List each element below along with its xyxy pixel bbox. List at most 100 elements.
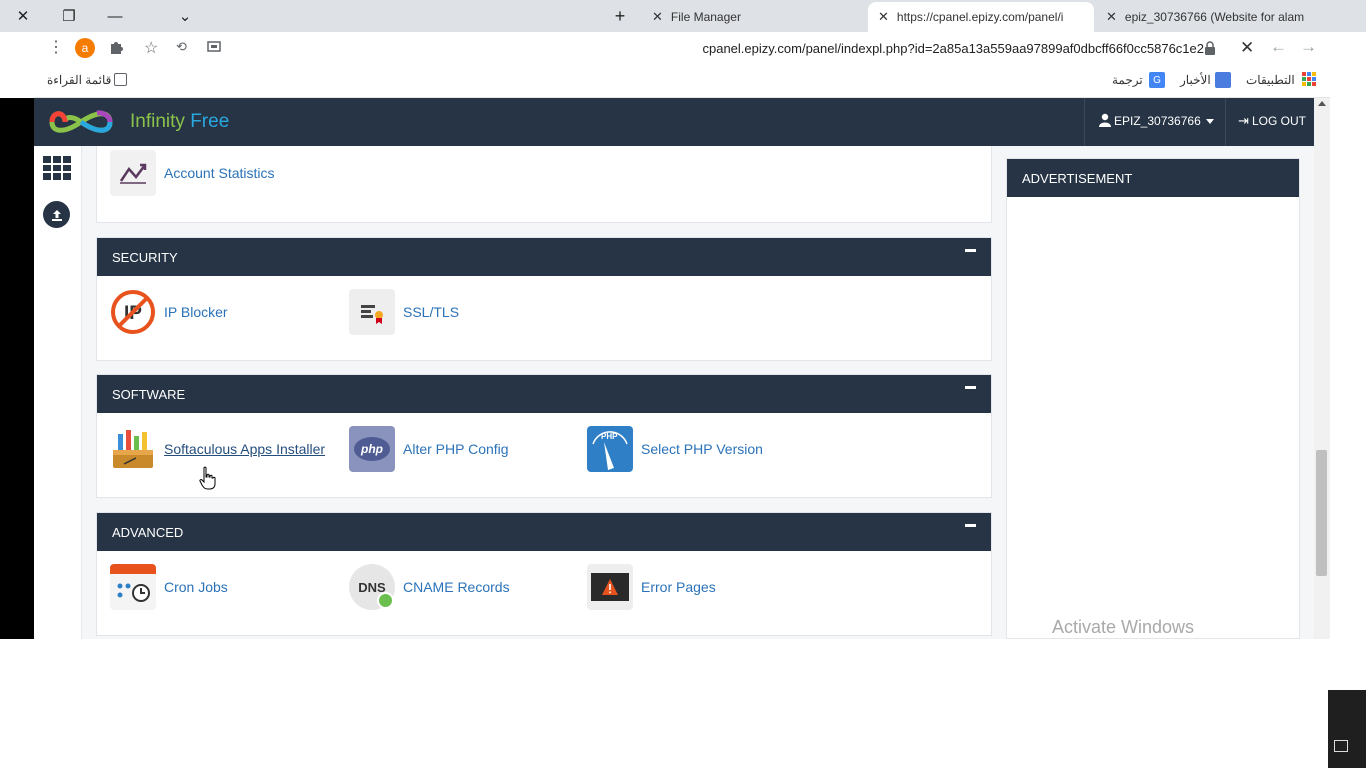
ssl-tls-item[interactable]: SSL/TLS — [349, 289, 459, 335]
share-icon[interactable]: ⟲ — [176, 39, 187, 55]
calendar-clock-icon — [110, 564, 156, 610]
close-window-icon[interactable]: ✕ — [0, 0, 46, 32]
select-php-version-item[interactable]: PHP Select PHP Version — [587, 426, 763, 472]
lock-icon — [1204, 41, 1216, 55]
certificate-icon — [349, 289, 395, 335]
username: EPIZ_30736766 — [1114, 114, 1201, 128]
user-menu[interactable]: EPIZ_30736766 — [1084, 98, 1226, 146]
upload-icon[interactable] — [43, 201, 70, 228]
security-title: SECURITY — [112, 249, 178, 265]
apps-bookmark[interactable]: التطبيقات — [1246, 73, 1295, 87]
scroll-up-arrow-icon[interactable] — [1318, 101, 1326, 106]
tab-epiz[interactable]: ✕ epiz_30736766 (Website for alam — [1096, 2, 1318, 32]
menu-dots-icon[interactable]: ⋮ — [48, 40, 64, 56]
news-bookmark[interactable]: الأخبار — [1180, 73, 1211, 87]
browser-toolbar: ⋮ a ☆ ⟲ cpanel.epizy.com/panel/indexpl.p… — [34, 32, 1330, 66]
chart-line-icon — [110, 150, 156, 196]
tab-search-chevron-icon[interactable]: ⌄ — [162, 0, 208, 32]
profile-avatar[interactable]: a — [75, 38, 95, 58]
caret-down-icon — [1206, 119, 1214, 124]
tab-cpanel[interactable]: ✕ https://cpanel.epizy.com/panel/i — [868, 2, 1094, 32]
logout-label: LOG OUT — [1252, 114, 1307, 128]
warning-page-icon — [587, 564, 633, 610]
ip-blocker-item[interactable]: IP IP Blocker — [110, 289, 228, 335]
toolbox-icon — [110, 426, 156, 472]
notification-icon[interactable] — [1334, 740, 1348, 752]
scrollbar-thumb[interactable] — [1316, 450, 1327, 576]
collapse-minus-icon[interactable] — [965, 386, 976, 389]
apps-grid-icon[interactable] — [1302, 72, 1316, 86]
dns-icon: DNS — [349, 564, 395, 610]
collapse-minus-icon[interactable] — [965, 249, 976, 252]
ip-blocker-icon: IP — [110, 289, 156, 335]
brand-name[interactable]: Infinity Free — [130, 111, 229, 133]
account-statistics-label: Account Statistics — [164, 165, 275, 181]
tab-title: epiz_30736766 (Website for alam — [1124, 10, 1305, 24]
infinity-logo-icon[interactable] — [48, 107, 114, 137]
news-icon[interactable] — [1215, 72, 1231, 88]
softaculous-label: Softaculous Apps Installer — [164, 441, 326, 457]
forward-arrow-icon[interactable]: → — [1300, 37, 1317, 57]
collapse-minus-icon[interactable] — [965, 524, 976, 527]
tab-close-icon[interactable]: ✕ — [878, 9, 889, 25]
edit-pencil-icon — [377, 592, 394, 609]
software-panel: SOFTWARE Softaculous Apps Installer php … — [96, 374, 992, 498]
ssl-tls-label: SSL/TLS — [403, 304, 460, 320]
advertisement-title: ADVERTISEMENT — [1007, 159, 1299, 197]
browser-tab-bar: ✕ ❐ — ⌄ + ✕ File Manager ✕ https://cpane… — [0, 0, 1366, 32]
security-panel: SECURITY IP IP Blocker SSL/TLS — [96, 237, 992, 361]
logout-icon: ⇥ — [1238, 113, 1249, 128]
address-bar[interactable]: cpanel.epizy.com/panel/indexpl.php?id=2a… — [634, 41, 1204, 56]
cname-records-label: CNAME Records — [403, 579, 510, 595]
taskbar-corner — [1328, 690, 1366, 768]
advanced-title: ADVANCED — [112, 524, 184, 540]
reading-list-label[interactable]: قائمة القراءة — [47, 73, 111, 87]
software-header[interactable]: SOFTWARE — [97, 375, 991, 413]
tab-close-icon[interactable]: ✕ — [1106, 9, 1117, 25]
grid-menu-icon[interactable] — [43, 156, 71, 180]
alter-php-config-item[interactable]: php Alter PHP Config — [349, 426, 509, 472]
tab-title: https://cpanel.epizy.com/panel/i — [896, 10, 1064, 24]
statistics-panel: Account Statistics — [96, 146, 992, 223]
back-arrow-icon[interactable]: ← — [1270, 37, 1287, 57]
error-pages-label: Error Pages — [641, 579, 716, 595]
advanced-panel: ADVANCED Cron Jobs DNS CNAME Records Err… — [96, 512, 992, 636]
minimize-window-icon[interactable]: — — [92, 0, 138, 32]
brand-infinity: Infinity — [130, 111, 185, 132]
cast-icon[interactable] — [206, 39, 222, 55]
tab-close-icon[interactable]: ✕ — [652, 9, 663, 25]
error-pages-item[interactable]: Error Pages — [587, 564, 716, 610]
left-sidebar — [34, 146, 82, 639]
logout-button[interactable]: ⇥ LOG OUT — [1238, 98, 1314, 146]
tab-title: File Manager — [670, 10, 741, 24]
advanced-header[interactable]: ADVANCED — [97, 513, 991, 551]
restore-window-icon[interactable]: ❐ — [46, 0, 92, 32]
ip-blocker-label: IP Blocker — [164, 304, 228, 320]
php-gauge-icon: PHP — [587, 426, 633, 472]
bookmarks-bar: قائمة القراءة ترجمة G الأخبار التطبيقات — [34, 66, 1330, 98]
translate-bookmark[interactable]: ترجمة — [1112, 73, 1143, 87]
softaculous-item[interactable]: Softaculous Apps Installer — [110, 426, 325, 472]
activate-windows-watermark: Activate Windows — [1052, 617, 1195, 637]
new-tab-plus-icon[interactable]: + — [598, 0, 642, 32]
select-php-version-label: Select PHP Version — [641, 441, 763, 457]
stop-loading-icon[interactable]: ✕ — [1240, 38, 1254, 58]
cron-jobs-label: Cron Jobs — [164, 579, 228, 595]
translate-icon[interactable]: G — [1149, 72, 1165, 88]
advertisement-box: ADVERTISEMENT — [1006, 158, 1300, 639]
cname-records-item[interactable]: DNS CNAME Records — [349, 564, 510, 610]
main-content: Account Statistics SECURITY IP IP Blocke… — [34, 146, 1314, 639]
account-statistics-item[interactable]: Account Statistics — [110, 150, 275, 196]
security-header[interactable]: SECURITY — [97, 238, 991, 276]
user-icon — [1099, 113, 1111, 127]
cron-jobs-item[interactable]: Cron Jobs — [110, 564, 228, 610]
bookmark-star-icon[interactable]: ☆ — [144, 38, 158, 58]
php-badge: php — [354, 437, 390, 461]
extensions-puzzle-icon[interactable] — [108, 39, 124, 55]
tab-file-manager[interactable]: ✕ File Manager — [642, 2, 866, 32]
brand-free: Free — [190, 111, 230, 132]
php-gauge-label: PHP — [601, 432, 618, 441]
left-edge — [0, 98, 34, 639]
reading-list-icon[interactable] — [114, 73, 127, 86]
software-title: SOFTWARE — [112, 386, 186, 402]
